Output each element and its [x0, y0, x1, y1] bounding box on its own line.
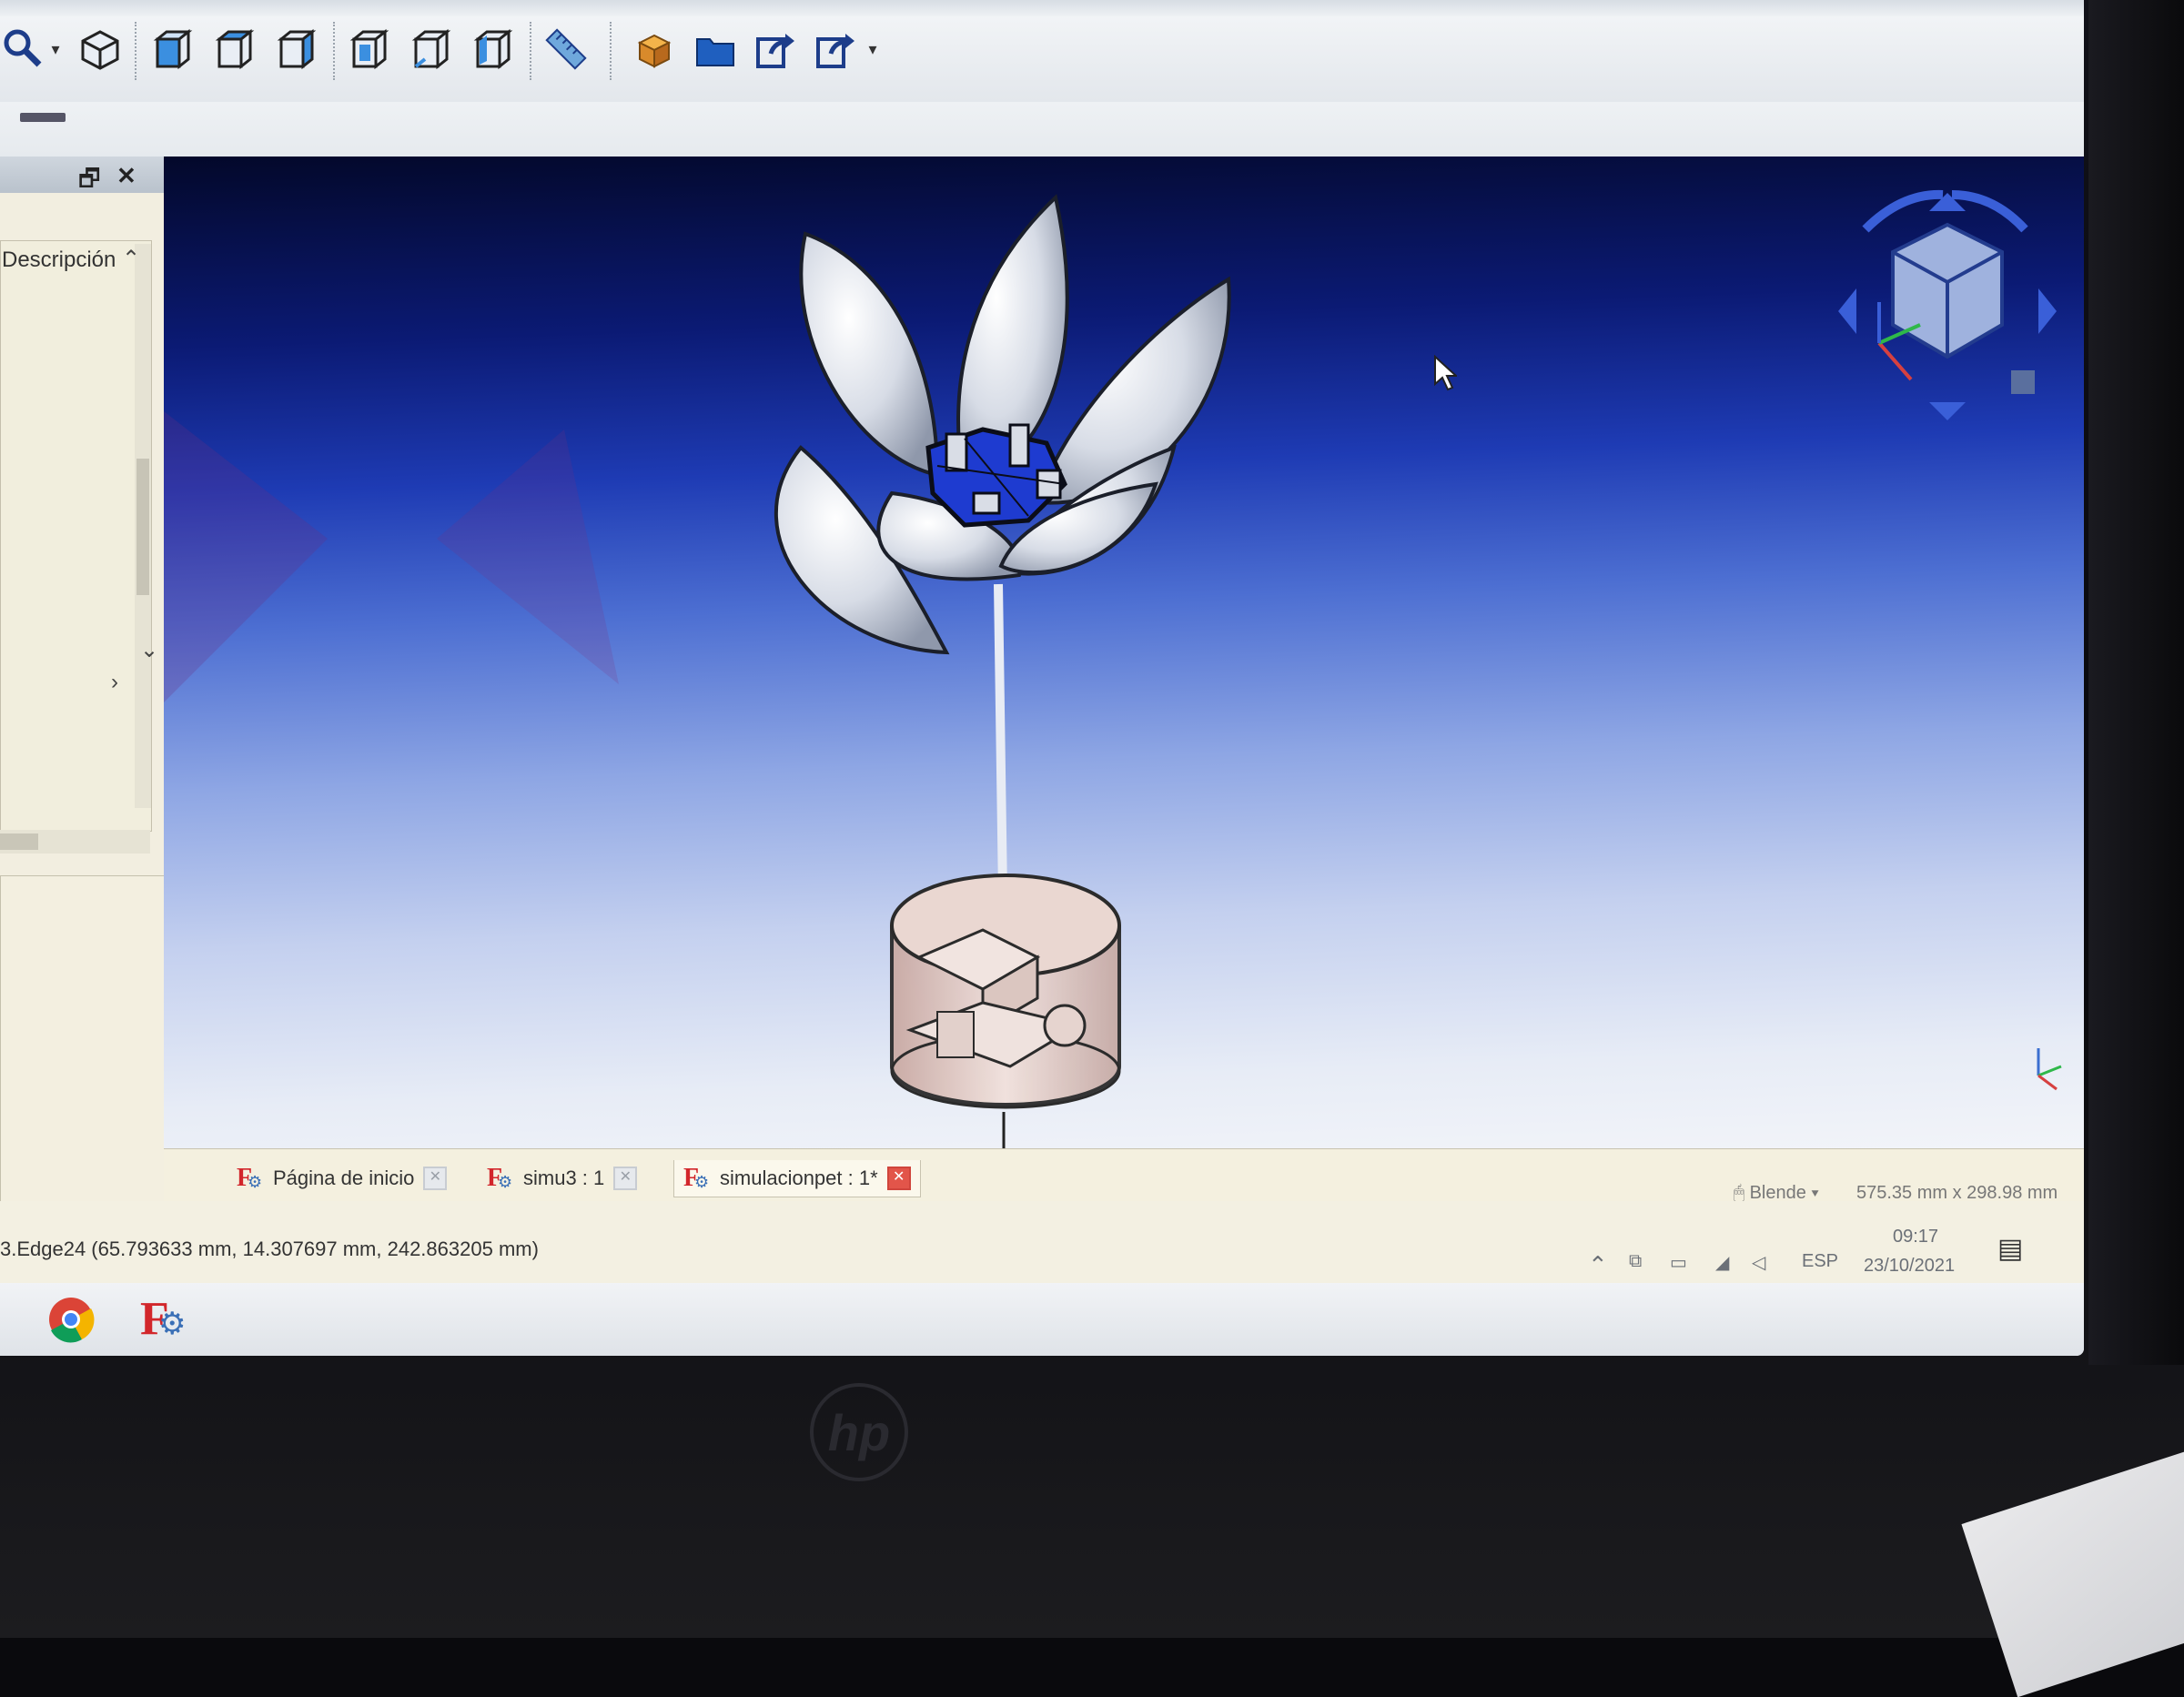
tree-vertical-scrollbar[interactable] — [135, 244, 151, 808]
share-dropdown-icon[interactable]: ▾ — [864, 25, 881, 73]
nav-menu-icon[interactable] — [2011, 370, 2035, 394]
tab-start-page[interactable]: F ⚙ Página de inicio ✕ — [237, 1160, 448, 1197]
combo-view-panel: 🗗 ✕ Descripción ⌃ ⌄ › — [0, 157, 188, 1332]
scroll-up-icon[interactable]: ⌃ — [122, 246, 140, 272]
nav-arrow-left-icon[interactable] — [1838, 288, 1856, 334]
nav-arrow-right-icon[interactable] — [2038, 288, 2057, 334]
share-icon[interactable] — [812, 25, 859, 73]
tab-label: simu3 : 1 — [523, 1167, 605, 1189]
close-tab-icon[interactable]: ✕ — [423, 1167, 448, 1190]
top-view-icon[interactable] — [211, 25, 258, 73]
left-view-icon[interactable] — [470, 25, 517, 73]
close-panel-icon[interactable]: ✕ — [116, 162, 136, 190]
language-indicator[interactable]: ESP — [1802, 1251, 1838, 1272]
toolbar-separator — [610, 22, 614, 80]
measure-icon[interactable] — [542, 25, 590, 73]
tab-simulacionpet[interactable]: F ⚙ simulacionpet : 1* ✕ — [673, 1160, 921, 1197]
taskbar: F ⚙ — [0, 1283, 2084, 1356]
front-view-icon[interactable] — [149, 25, 197, 73]
tab-label: Página de inicio — [273, 1167, 415, 1189]
mouse-cursor-icon — [1434, 355, 1457, 391]
clock-time[interactable]: 09:17 — [1893, 1227, 1938, 1247]
3d-model-scene[interactable] — [164, 157, 2084, 1148]
freecad-taskbar-icon[interactable]: F ⚙ — [138, 1294, 189, 1345]
battery-icon[interactable]: ▭ — [1670, 1251, 1687, 1274]
clock-date[interactable]: 23/10/2021 — [1864, 1256, 1955, 1277]
right-view-icon[interactable] — [273, 25, 320, 73]
export-icon[interactable] — [752, 25, 799, 73]
scrollbar-thumb[interactable] — [136, 459, 149, 595]
close-tab-icon[interactable]: ✕ — [886, 1167, 911, 1190]
laptop-bezel-right — [2088, 0, 2184, 1365]
chrome-icon[interactable] — [46, 1294, 96, 1345]
isometric-view-icon[interactable] — [76, 25, 124, 73]
zoom-tool-icon[interactable] — [0, 25, 47, 73]
navigation-style-label: Blende — [1749, 1183, 1806, 1203]
rotate-right-icon[interactable] — [1951, 190, 2028, 233]
freecad-icon: F ⚙ — [237, 1164, 263, 1192]
freecad-icon: F ⚙ — [487, 1164, 513, 1192]
navigation-cube[interactable] — [1829, 175, 2066, 429]
network-device-icon[interactable]: ⧉ — [1629, 1251, 1642, 1272]
toolbar-separator — [333, 22, 338, 80]
tray-chevron-icon[interactable]: ⌃ — [1588, 1251, 1608, 1279]
3d-view[interactable] — [164, 157, 2084, 1148]
toolbar-separator — [530, 22, 534, 80]
freecad-icon: F ⚙ — [683, 1164, 710, 1192]
status-message: 3.Edge24 (65.793633 mm, 14.307697 mm, 24… — [0, 1237, 539, 1260]
base-cylinder-model[interactable] — [890, 874, 1121, 1109]
bottom-view-icon[interactable] — [408, 25, 455, 73]
scrollbar-thumb[interactable] — [0, 833, 38, 850]
scroll-right-icon[interactable]: › — [111, 670, 118, 695]
menu-strip — [0, 0, 2084, 16]
status-bar: 3.Edge24 (65.793633 mm, 14.307697 mm, 24… — [0, 1201, 2084, 1292]
open-folder-icon[interactable] — [692, 25, 739, 73]
background-shadow — [164, 411, 328, 702]
close-tab-icon[interactable]: ✕ — [613, 1167, 638, 1190]
tab-simu3[interactable]: F ⚙ simu3 : 1 ✕ — [487, 1160, 638, 1197]
wifi-icon[interactable]: ◢ — [1715, 1251, 1729, 1274]
nav-arrow-down-icon[interactable] — [1929, 402, 1966, 420]
part-icon[interactable] — [630, 25, 677, 73]
panel-header: 🗗 ✕ — [0, 157, 168, 193]
rear-view-icon[interactable] — [346, 25, 393, 73]
screen: ▾ ▾ 🗗 ✕ Descripción ⌃ ⌄ › F ⚙ Página de … — [0, 0, 2084, 1356]
tree-horizontal-scrollbar[interactable] — [0, 830, 150, 854]
zoom-dropdown-icon[interactable]: ▾ — [47, 25, 64, 73]
scroll-down-icon[interactable]: ⌄ — [140, 637, 158, 663]
mouse-icon: 🖱 — [1734, 1183, 1744, 1203]
description-column-header[interactable]: Descripción — [2, 247, 116, 273]
workbench-selector[interactable] — [20, 113, 66, 122]
hp-logo: hp — [810, 1383, 908, 1481]
secondary-toolbar — [0, 102, 2084, 157]
volume-icon[interactable]: ◁ — [1752, 1251, 1765, 1274]
float-panel-icon[interactable]: 🗗 — [78, 162, 100, 202]
tree-view[interactable] — [0, 240, 152, 832]
notifications-icon[interactable]: ▤ — [1997, 1233, 2023, 1265]
rotate-left-icon[interactable] — [1862, 189, 1944, 233]
toolbar-separator — [135, 22, 139, 80]
tab-label: simulacionpet : 1* — [720, 1167, 878, 1189]
main-toolbar: ▾ ▾ — [0, 0, 2084, 103]
background-shadow — [437, 429, 619, 684]
axis-indicator — [2037, 1048, 2062, 1091]
